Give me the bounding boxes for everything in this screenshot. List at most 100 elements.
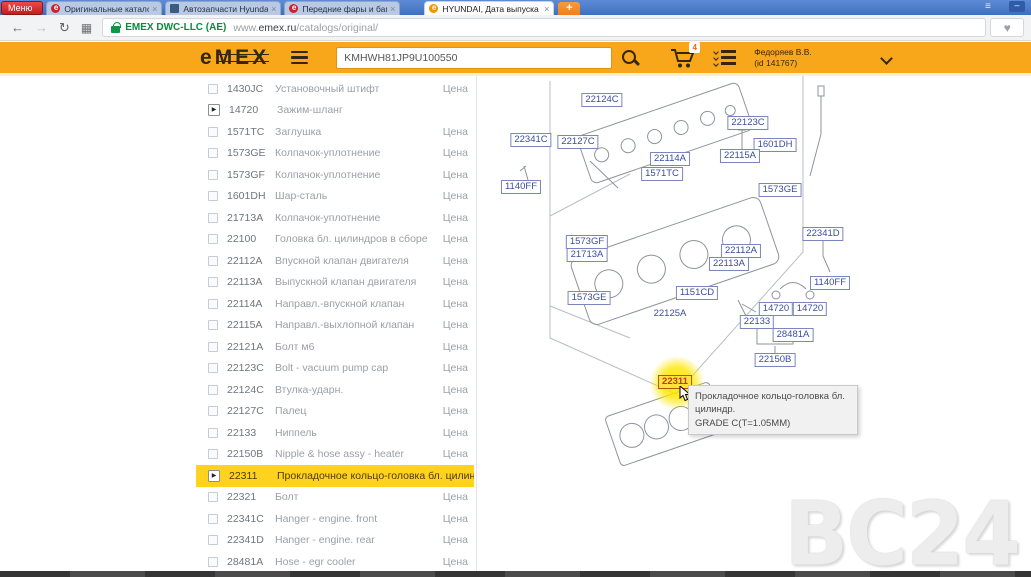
security-label[interactable]: EMEX DWC-LLC (AE)	[125, 22, 226, 33]
diagram-label[interactable]: 22115A	[720, 149, 760, 163]
table-row[interactable]: 1573GEКолпачок-уплотнениеЦена	[196, 143, 474, 165]
forward-icon[interactable]: →	[35, 20, 48, 35]
table-row[interactable]: 22114AНаправл.-впускной клапанЦена	[196, 293, 474, 315]
table-row[interactable]: 22121AБолт м6Цена	[196, 336, 474, 358]
price-link[interactable]: Цена	[443, 491, 468, 503]
browser-tab[interactable]: HYUNDAI, Дата выпуска×	[424, 1, 554, 15]
diagram-label[interactable]: 21713A	[567, 248, 608, 262]
tab-close-icon[interactable]: ×	[544, 4, 549, 14]
price-link[interactable]: Цена	[443, 233, 468, 245]
expand-button[interactable]: ▶	[208, 104, 220, 116]
row-checkbox[interactable]	[208, 449, 218, 459]
tab-close-icon[interactable]: ×	[271, 4, 276, 14]
minimize-button[interactable]: –	[1009, 1, 1025, 12]
price-link[interactable]: Цена	[443, 341, 468, 353]
table-row[interactable]: 21713AКолпачок-уплотнениеЦена	[196, 207, 474, 229]
diagram-label[interactable]: 22113A	[709, 257, 749, 271]
browser-tab[interactable]: Автозапчасти Hyunda×	[165, 1, 281, 15]
table-row[interactable]: 22150BNipple & hose assy - heaterЦена	[196, 444, 474, 466]
diagram-label[interactable]: 22123C	[727, 116, 768, 130]
diagram-label[interactable]: 1573GE	[759, 183, 802, 197]
browser-settings-icon[interactable]: ≡	[985, 2, 999, 12]
browser-tab[interactable]: Оригинальные каталог×	[46, 1, 162, 15]
diagram-label[interactable]: 22341D	[802, 227, 843, 241]
back-icon[interactable]: ←	[11, 20, 24, 35]
table-row[interactable]: 1430JCУстановочный штифтЦена	[196, 78, 474, 100]
diagram-label[interactable]: 1573GE	[568, 291, 611, 305]
price-link[interactable]: Цена	[443, 212, 468, 224]
url-text[interactable]: www.emex.ru/catalogs/original/	[233, 22, 378, 34]
price-link[interactable]: Цена	[443, 255, 468, 267]
row-checkbox[interactable]	[208, 213, 218, 223]
table-row[interactable]: 22123CBolt - vacuum pump capЦена	[196, 358, 474, 380]
price-link[interactable]: Цена	[443, 405, 468, 417]
row-checkbox[interactable]	[208, 406, 218, 416]
diagram-label[interactable]: 22112A	[721, 244, 761, 258]
table-row[interactable]: 22341CHanger - engine. frontЦена	[196, 508, 474, 530]
diagram-label[interactable]: 22341C	[510, 133, 551, 147]
row-checkbox[interactable]	[208, 514, 218, 524]
diagram-label[interactable]: 14720	[793, 302, 827, 316]
table-row[interactable]: 22321БолтЦена	[196, 487, 474, 509]
diagram-label[interactable]: 22114A	[650, 152, 690, 166]
bottom-scrollbar[interactable]	[0, 571, 1031, 577]
row-checkbox[interactable]	[208, 170, 218, 180]
diagram-label[interactable]: 1140FF	[501, 180, 541, 194]
search-icon[interactable]	[620, 48, 640, 68]
browser-menu-button[interactable]: Меню	[1, 1, 43, 15]
row-checkbox[interactable]	[208, 299, 218, 309]
table-row[interactable]: 1601DHШар-стальЦена	[196, 186, 474, 208]
price-link[interactable]: Цена	[443, 448, 468, 460]
apps-grid-icon[interactable]: ▦	[81, 21, 92, 35]
diagram-label[interactable]: 1140FF	[810, 276, 850, 290]
chevron-down-icon[interactable]	[882, 53, 891, 62]
row-checkbox[interactable]	[208, 277, 218, 287]
diagram-label[interactable]: 28481A	[773, 328, 814, 342]
price-link[interactable]: Цена	[443, 147, 468, 159]
vin-search-input[interactable]	[336, 47, 612, 69]
table-row[interactable]: 1571TCЗаглушкаЦена	[196, 121, 474, 143]
diagram-label[interactable]: 22150B	[755, 353, 796, 367]
price-link[interactable]: Цена	[443, 126, 468, 138]
hamburger-menu-icon[interactable]	[291, 51, 308, 65]
price-link[interactable]: Цена	[443, 169, 468, 181]
row-checkbox[interactable]	[208, 385, 218, 395]
table-row[interactable]: 22127CПалецЦена	[196, 401, 474, 423]
diagram-label[interactable]: 1151CD	[676, 286, 718, 300]
price-link[interactable]: Цена	[443, 298, 468, 310]
row-checkbox[interactable]	[208, 320, 218, 330]
price-link[interactable]: Цена	[443, 362, 468, 374]
diagram-label[interactable]: 22125A	[651, 308, 690, 320]
price-link[interactable]: Цена	[443, 384, 468, 396]
diagram-label[interactable]: 22127C	[557, 135, 598, 149]
user-account[interactable]: Федоряев В.В. (id 141767)	[754, 47, 812, 68]
table-row[interactable]: 22115AНаправл.-выхлопной клапанЦена	[196, 315, 474, 337]
tab-close-icon[interactable]: ×	[152, 4, 157, 14]
reload-icon[interactable]: ↻	[59, 20, 70, 36]
table-row[interactable]: 22113AВыпускной клапан двигателяЦена	[196, 272, 474, 294]
emex-logo[interactable]: eMEX	[200, 47, 269, 68]
diagram-label[interactable]: 1571TC	[641, 167, 683, 181]
new-tab-button[interactable]: +	[558, 2, 580, 15]
table-row[interactable]: ▶22311Прокладочное кольцо-головка бл. ци…	[196, 465, 474, 487]
price-link[interactable]: Цена	[443, 319, 468, 331]
price-link[interactable]: Цена	[443, 190, 468, 202]
diagram-label[interactable]: 22133	[740, 315, 774, 329]
diagram-label[interactable]: 22124C	[581, 93, 622, 107]
table-row[interactable]: 28481AHose - egr coolerЦена	[196, 551, 474, 572]
row-checkbox[interactable]	[208, 191, 218, 201]
table-row[interactable]: 22341DHanger - engine. rearЦена	[196, 530, 474, 552]
row-checkbox[interactable]	[208, 557, 218, 567]
row-checkbox[interactable]	[208, 256, 218, 266]
table-row[interactable]: 22112AВпускной клапан двигателяЦена	[196, 250, 474, 272]
bookmark-heart-button[interactable]: ♥	[990, 18, 1024, 37]
diagram-label[interactable]: 14720	[759, 302, 793, 316]
price-link[interactable]: Цена	[443, 83, 468, 95]
table-row[interactable]: 22124CВтулка-ударн.Цена	[196, 379, 474, 401]
row-checkbox[interactable]	[208, 84, 218, 94]
price-link[interactable]: Цена	[443, 513, 468, 525]
orders-list-icon[interactable]	[714, 50, 736, 66]
table-row[interactable]: 22133НиппельЦена	[196, 422, 474, 444]
expand-button[interactable]: ▶	[208, 470, 220, 482]
price-link[interactable]: Цена	[443, 427, 468, 439]
